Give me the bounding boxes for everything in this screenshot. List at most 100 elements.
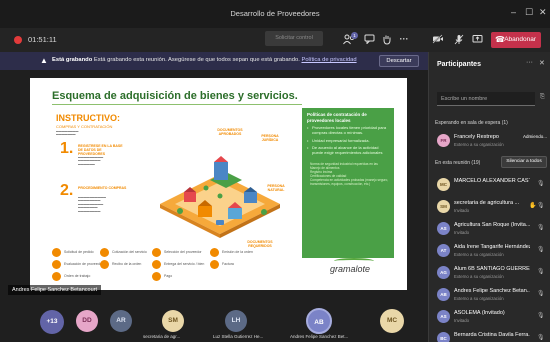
share-screen-icon[interactable] (471, 34, 483, 45)
step-icon (100, 248, 109, 257)
participant-avatar: AS (437, 222, 450, 235)
participant-row[interactable]: AS ASOLEMA (Invitado) Invitado 🎙︎ (429, 308, 550, 328)
shared-slide: Esquema de adquisición de bienes y servi… (30, 78, 407, 290)
in-meeting-section-label[interactable]: En esta reunión (19) (435, 160, 480, 166)
step-icon (52, 248, 61, 257)
participant-row[interactable]: AB Andres Felipe Sanchez Betan... Externo … (429, 286, 550, 306)
participant-subtitle: Externo a su organización (454, 252, 504, 257)
step1-body-text: ▬▬▬▬▬▬▬▬▬ ▬▬▬▬▬▬▬▬ ▬▬▬▬▬▬ (78, 155, 104, 166)
process-row-3: Orden de trabajo Pago (52, 272, 292, 282)
participant-row[interactable]: AT Aida Irene Tangarife Hernández Externo … (429, 242, 550, 262)
policy-title: Políticas de contratación de proveedores… (307, 112, 367, 123)
participant-row[interactable]: SM secretaria de agricultura ... Invitado ✋… (429, 198, 550, 218)
mic-off-icon[interactable] (453, 34, 465, 45)
step2-label: PROCEDIMIENTO COMPRAS (78, 186, 127, 190)
policy-panel: Políticas de contratación de proveedores… (302, 108, 394, 258)
leave-label: Abandonar (504, 36, 536, 43)
waiting-section-label[interactable]: Esperando en sala de espera (1) (435, 120, 508, 126)
panel-title: Participantes (437, 61, 481, 68)
recording-banner-bold: Está grabando (52, 57, 93, 63)
mic-off-icon: 🎙︎ (537, 291, 545, 297)
more-options-icon[interactable]: ··· (398, 34, 410, 45)
participants-badge: 1 (351, 32, 358, 39)
step-icon (210, 260, 219, 269)
policy-item: Proveedores locales tienen prioridad par… (307, 125, 389, 136)
participant-subtitle: Invitado (454, 318, 470, 323)
meeting-timer: 01:51:11 (28, 35, 57, 44)
participant-avatar[interactable]: SM (162, 310, 184, 332)
participant-avatar: AB (437, 288, 450, 301)
camera-off-icon[interactable] (432, 34, 444, 45)
chat-icon[interactable] (363, 34, 375, 45)
participant-label: Andres Felipe Sanchez Bet... (290, 334, 349, 339)
minimize-icon[interactable]: – (511, 7, 516, 17)
slide-title: Esquema de adquisición de bienes y servi… (52, 90, 298, 102)
instructivo-body-text: ▬▬▬▬▬▬▬▬ ▬▬▬▬▬▬▬ (56, 129, 79, 137)
participant-row[interactable]: AS Agricultura San Roque (Invita... Invita… (429, 220, 550, 240)
participant-avatar: MC (437, 178, 450, 191)
privacy-policy-link[interactable]: Política de privacidad (301, 57, 356, 63)
participant-search-input[interactable]: Escribe un nombre (437, 92, 535, 106)
policy-item: De acuerdo al alcance de la actividad pu… (307, 146, 389, 156)
panel-more-icon[interactable]: ··· (526, 59, 533, 66)
step-icon (52, 272, 61, 281)
participant-avatar[interactable]: AR (110, 310, 132, 332)
participants-panel: Participantes ··· ✕ Escribe un nombre ⎘ … (428, 52, 550, 342)
mic-off-icon: 🎙︎ (537, 313, 545, 319)
policy-list: Proveedores locales tienen prioridad par… (302, 123, 394, 162)
participant-name: Agricultura San Roque (Invita... (454, 222, 530, 228)
admit-button[interactable]: Admiendo... (523, 134, 547, 139)
participant-subtitle: Invitado (454, 208, 470, 213)
recording-icon (14, 36, 22, 44)
participant-name: Andres Felipe Sanchez Betan... (454, 288, 530, 294)
building-label-persona-natural: PERSONA NATURAL (267, 184, 285, 192)
participant-name: Bernarda Cristina Davila Ferra... (454, 332, 530, 338)
step-icon (52, 260, 61, 269)
participant-avatar[interactable]: DD (76, 310, 98, 332)
slide-title-underline (52, 104, 302, 105)
warning-icon: ▲ (40, 56, 48, 65)
leave-button[interactable]: ☎ Abandonar (491, 32, 541, 48)
participant-row[interactable]: AG Alum 6B SANTIAGO GUERRE... Externo a su… (429, 264, 550, 284)
building-label-documentos-requeridos: DOCUMENTOS REQUERIDOS (247, 240, 273, 248)
mic-off-icon: 🎙︎ (537, 247, 545, 253)
raised-hand-icon: ✋ (529, 203, 537, 209)
participant-avatar: SM (437, 200, 450, 213)
close-icon[interactable]: ✕ (539, 7, 547, 17)
request-control-button[interactable]: Solicitar control (265, 31, 323, 46)
participant-avatar: FR (437, 134, 450, 147)
shared-content-stage: Esquema de adquisición de bienes y servi… (0, 70, 428, 302)
step2-body-text: ▬▬▬▬▬▬▬▬▬▬ ▬▬▬▬▬▬▬▬ ▬▬▬▬▬▬▬▬▬ ▬▬▬▬▬▬▬ ▬▬▬▬▬▬… (78, 195, 106, 213)
participant-row[interactable]: BC Bernarda Cristina Davila Ferra... 🎙︎ (429, 330, 550, 342)
participant-name: secretaria de agricultura ... (454, 200, 520, 206)
title-bar: Desarrollo de Proveedores – ☐ ✕ (0, 0, 550, 28)
participant-avatar[interactable]: LH (225, 310, 247, 332)
recording-banner-text: Está grabando Está grabando esta reunión… (52, 57, 357, 63)
participant-subtitle: Invitado (454, 230, 470, 235)
gramalote-logo: gramalote (330, 258, 374, 274)
policy-subitem: Competencia en actividades probadas (man… (310, 177, 389, 186)
logo-text: gramalote (330, 264, 371, 274)
maximize-icon[interactable]: ☐ (525, 7, 533, 17)
waiting-participant-row: FR Francely Restrepo Externo a su organi… (429, 132, 550, 152)
mute-all-button[interactable]: Silenciar a todos (501, 156, 547, 168)
panel-close-icon[interactable]: ✕ (539, 59, 545, 67)
dismiss-button[interactable]: Descartar (379, 55, 419, 67)
presenter-name-tag: Andres Felipe Sanchez Betancourt (8, 285, 101, 295)
raise-hand-icon[interactable] (381, 34, 393, 45)
logo-swoosh (334, 258, 374, 264)
participant-row[interactable]: MC MARCELO ALEXANDER CAST... 🎙︎ (429, 176, 550, 196)
participant-subtitle: Externo a su organización (454, 296, 504, 301)
more-participants-avatar[interactable]: +13 (40, 310, 64, 334)
mic-off-icon: 🎙︎ (537, 225, 545, 231)
participant-strip: +13 DD AR SM secretaria de agr... LH Luz… (0, 302, 428, 342)
recording-banner: ▲ Está grabando Está grabando esta reuni… (0, 52, 428, 70)
participant-label: Luz Stella Gutierrez He... (213, 334, 264, 339)
participant-subtitle: Externo a su organización (454, 274, 504, 279)
participant-avatar[interactable]: MC (380, 309, 404, 333)
meeting-toolbar: 01:51:11 Solicitar control 1 ··· ☎ Aband… (0, 28, 550, 52)
share-invite-icon[interactable]: ⎘ (540, 94, 545, 101)
building-label-documentos-aprobados: DOCUMENTOS APROBADOS (217, 128, 243, 136)
recording-banner-message: Está grabando esta reunión. Asegúrese de… (93, 57, 300, 63)
active-speaker-avatar[interactable]: AB (306, 308, 332, 334)
